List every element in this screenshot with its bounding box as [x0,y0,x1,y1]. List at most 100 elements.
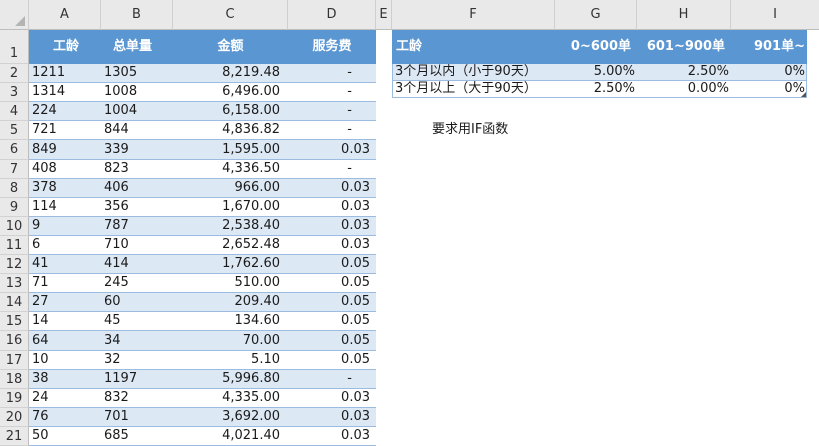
amount-cell[interactable]: 134.60 [173,312,288,330]
amount-cell[interactable]: 6,158.00 [173,102,288,120]
amount-cell[interactable]: 3,692.00 [173,408,288,426]
rate-tier-label[interactable]: 3个月以上（大于90天） [393,81,556,97]
select-all-corner[interactable] [0,0,29,30]
amount-cell[interactable]: 4,336.50 [173,160,288,178]
row-number[interactable]: 6 [0,140,29,160]
amount-cell[interactable]: 2,538.40 [173,217,288,235]
order-count-cell[interactable]: 844 [101,121,173,139]
seniority-cell[interactable]: 14 [29,312,101,330]
order-count-cell[interactable]: 1197 [101,370,173,388]
rate-cell[interactable]: 2.50% [556,81,638,97]
order-count-cell[interactable]: 685 [101,427,173,445]
header-service-fee[interactable]: 服务费 [288,30,376,64]
row-number[interactable]: 11 [0,236,29,255]
row-number[interactable]: 9 [0,198,29,217]
order-count-cell[interactable]: 34 [101,331,173,350]
right-header-601-900[interactable]: 601~900单 [637,30,731,64]
column-header-d[interactable]: D [288,0,376,30]
rate-tier-label[interactable]: 3个月以内（小于90天） [393,64,556,80]
order-count-cell[interactable]: 245 [101,274,173,292]
column-header-f[interactable]: F [392,0,555,30]
seniority-cell[interactable]: 38 [29,370,101,388]
service-fee-cell[interactable]: 0.03 [288,408,376,426]
service-fee-cell[interactable]: 0.03 [288,198,376,216]
amount-cell[interactable]: 966.00 [173,179,288,197]
row-number[interactable]: 4 [0,102,29,121]
right-header-seniority[interactable]: 工龄 [392,30,555,64]
seniority-cell[interactable]: 1211 [29,64,101,82]
seniority-cell[interactable]: 224 [29,102,101,120]
row-number[interactable]: 13 [0,274,29,293]
order-count-cell[interactable]: 414 [101,255,173,273]
order-count-cell[interactable]: 356 [101,198,173,216]
service-fee-cell[interactable]: - [288,64,376,82]
row-number[interactable]: 1 [0,30,29,64]
amount-cell[interactable]: 1,670.00 [173,198,288,216]
service-fee-cell[interactable]: 0.03 [288,140,376,159]
seniority-cell[interactable]: 378 [29,179,101,197]
amount-cell[interactable]: 8,219.48 [173,64,288,82]
column-header-c[interactable]: C [173,0,288,30]
seniority-cell[interactable]: 27 [29,293,101,311]
column-header-a[interactable]: A [29,0,101,30]
order-count-cell[interactable]: 1008 [101,83,173,101]
order-count-cell[interactable]: 832 [101,389,173,407]
order-count-cell[interactable]: 32 [101,351,173,369]
service-fee-cell[interactable]: 0.03 [288,389,376,407]
seniority-cell[interactable]: 71 [29,274,101,292]
order-count-cell[interactable]: 60 [101,293,173,311]
order-count-cell[interactable]: 823 [101,160,173,178]
service-fee-cell[interactable]: - [288,102,376,120]
row-number[interactable]: 20 [0,408,29,427]
rate-cell[interactable]: 5.00% [556,64,638,80]
service-fee-cell[interactable]: 0.03 [288,427,376,445]
amount-cell[interactable]: 209.40 [173,293,288,311]
amount-cell[interactable]: 5,996.80 [173,370,288,388]
row-number[interactable]: 21 [0,427,29,446]
seniority-cell[interactable]: 10 [29,351,101,369]
column-header-g[interactable]: G [555,0,637,30]
rate-cell[interactable]: 2.50% [638,64,732,80]
service-fee-cell[interactable]: 0.05 [288,293,376,311]
seniority-cell[interactable]: 24 [29,389,101,407]
right-header-0-600[interactable]: 0~600单 [555,30,637,64]
order-count-cell[interactable]: 45 [101,312,173,330]
row-number[interactable]: 17 [0,351,29,370]
amount-cell[interactable]: 4,335.00 [173,389,288,407]
seniority-cell[interactable]: 6 [29,236,101,254]
column-header-e[interactable]: E [376,0,392,30]
seniority-cell[interactable]: 114 [29,198,101,216]
order-count-cell[interactable]: 710 [101,236,173,254]
service-fee-cell[interactable]: - [288,121,376,139]
row-number[interactable]: 10 [0,217,29,236]
seniority-cell[interactable]: 408 [29,160,101,178]
seniority-cell[interactable]: 64 [29,331,101,350]
rate-cell[interactable]: 0.00% [638,81,732,97]
row-number[interactable]: 2 [0,64,29,83]
amount-cell[interactable]: 70.00 [173,331,288,350]
amount-cell[interactable]: 6,496.00 [173,83,288,101]
order-count-cell[interactable]: 339 [101,140,173,159]
seniority-cell[interactable]: 50 [29,427,101,445]
service-fee-cell[interactable]: 0.03 [288,236,376,254]
service-fee-cell[interactable]: 0.05 [288,351,376,369]
row-number[interactable]: 12 [0,255,29,274]
service-fee-cell[interactable]: 0.03 [288,179,376,197]
fill-handle-icon[interactable] [801,92,806,97]
order-count-cell[interactable]: 1305 [101,64,173,82]
amount-cell[interactable]: 5.10 [173,351,288,369]
service-fee-cell[interactable]: 0.05 [288,312,376,330]
row-number[interactable]: 15 [0,312,29,331]
right-header-901[interactable]: 901单~ [731,30,807,64]
order-count-cell[interactable]: 1004 [101,102,173,120]
rate-cell[interactable]: 0% [732,64,806,80]
row-number[interactable]: 16 [0,331,29,351]
seniority-cell[interactable]: 9 [29,217,101,235]
service-fee-cell[interactable]: - [288,160,376,178]
header-total-orders[interactable]: 总单量 [101,30,173,64]
order-count-cell[interactable]: 701 [101,408,173,426]
service-fee-cell[interactable]: - [288,83,376,101]
amount-cell[interactable]: 1,595.00 [173,140,288,159]
amount-cell[interactable]: 2,652.48 [173,236,288,254]
service-fee-cell[interactable]: 0.03 [288,217,376,235]
